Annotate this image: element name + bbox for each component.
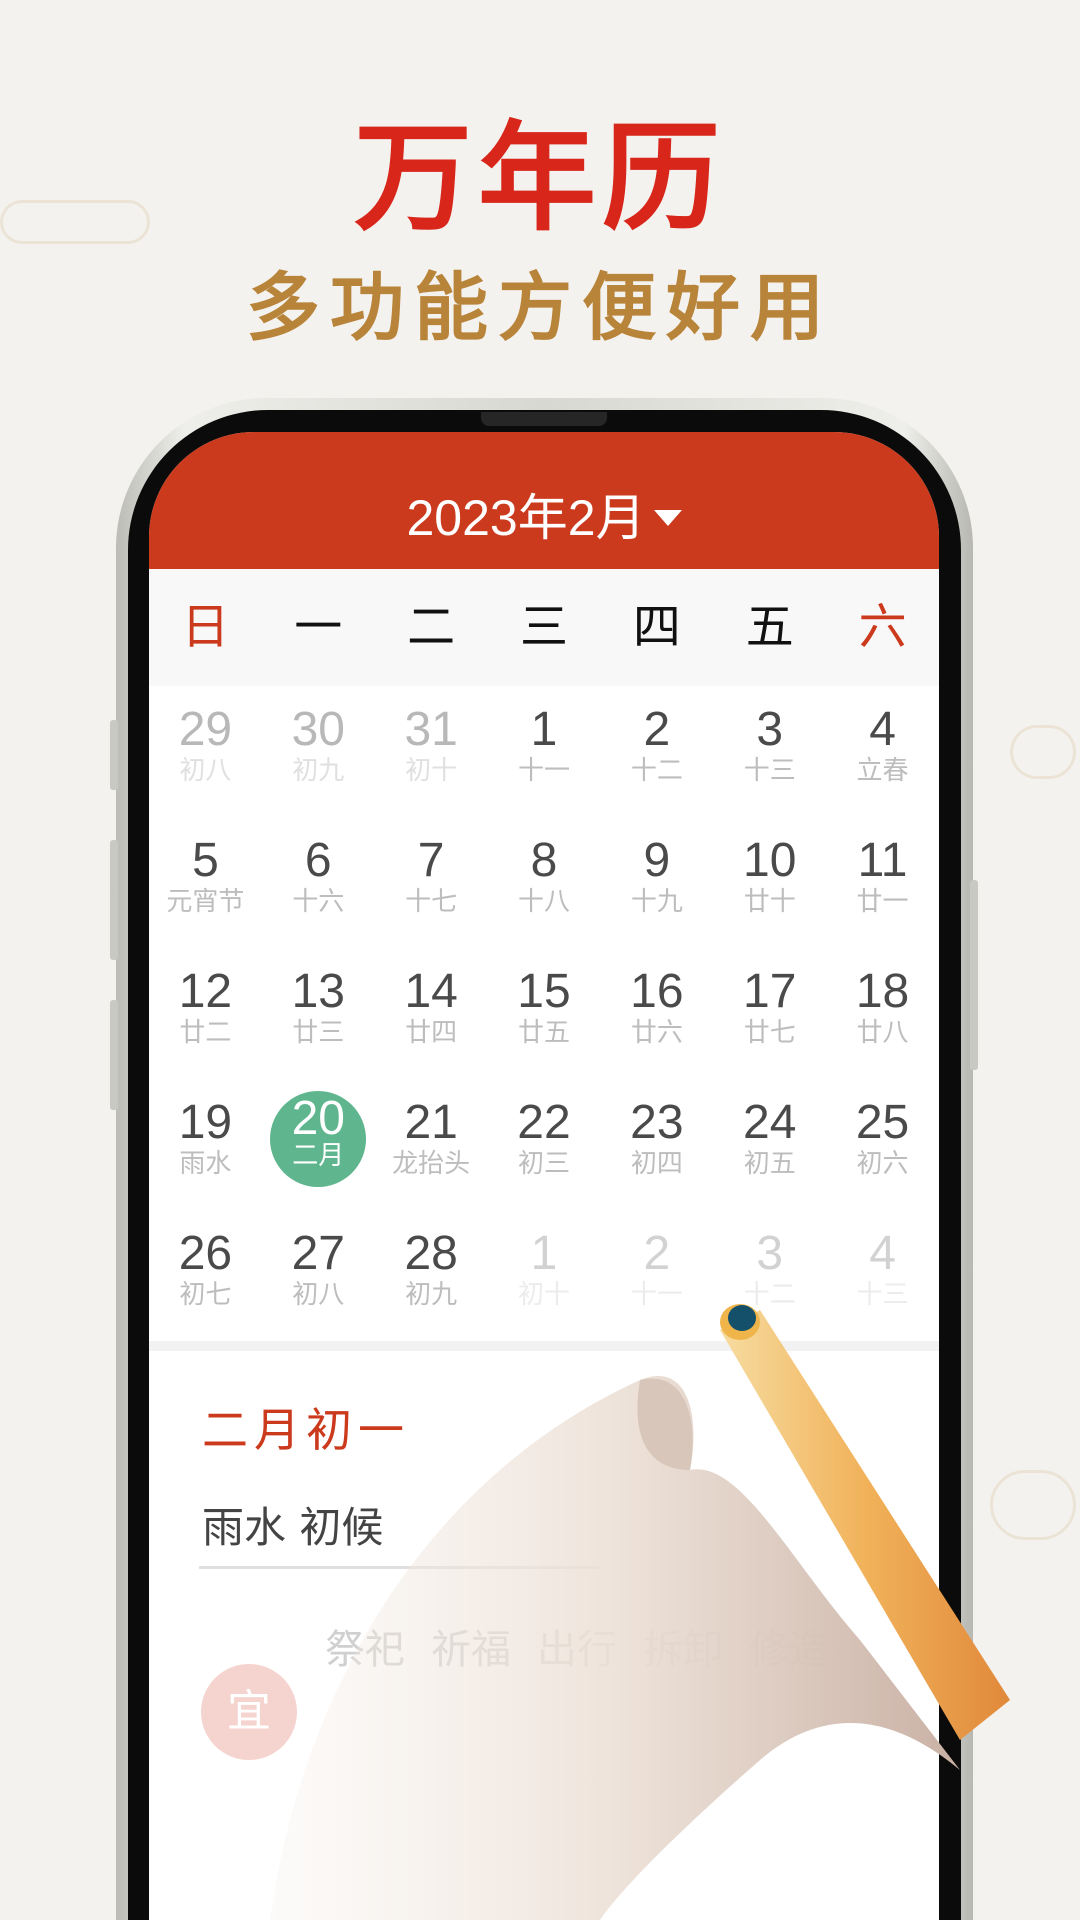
- scroll-paper: [270, 1376, 960, 1920]
- scroll-rod-knob: [728, 1305, 756, 1331]
- scroll-illustration: [270, 1304, 1010, 1920]
